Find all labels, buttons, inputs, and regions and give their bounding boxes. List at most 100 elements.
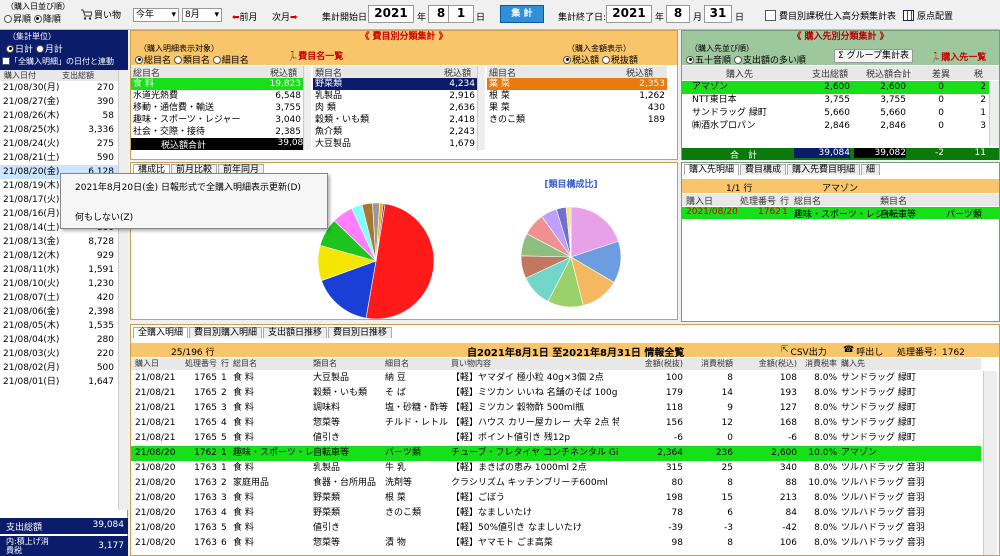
daily-row[interactable]: 21/08/26(木) 58 — [0, 109, 118, 123]
daily-row[interactable]: 21/08/04(水) 280 — [0, 333, 118, 347]
tab-supplier-detail[interactable]: 購入先明細 — [684, 164, 740, 175]
supplier-row[interactable]: NTT東日本 3,755 3,755 0 2 — [682, 94, 999, 107]
class-row[interactable]: 穀類・いも類 2,418 — [313, 114, 485, 126]
person-icon: 🏃 — [930, 53, 942, 63]
end-year-field[interactable]: 2021 — [606, 5, 652, 23]
general-radio[interactable]: 総目名 — [135, 55, 171, 66]
month-select[interactable]: 8月 ▾ — [182, 8, 222, 22]
supplier-row[interactable]: アマゾン 2,600 2,600 0 2 — [682, 81, 999, 94]
daily-radio[interactable]: 日計 — [6, 44, 33, 55]
tab-supplier-more[interactable]: 細 — [861, 164, 881, 175]
tab-category-detail[interactable]: 費目別購入明細 — [189, 327, 263, 338]
aggregate-button[interactable]: 集 計 — [500, 5, 544, 23]
monthly-radio[interactable]: 月計 — [35, 44, 63, 55]
general-row[interactable]: 移動・通信費・輸送 3,755 — [131, 102, 311, 114]
detail-row[interactable]: 葉 菜 2,353 — [487, 78, 667, 90]
daily-row[interactable]: 21/08/30(月) 270 — [0, 81, 118, 95]
detail-table-row[interactable]: 21/08/21 1765 4 食 料 惣菜等 チルド・レトルト・パウチ【軽】ハウス カリ… — [131, 416, 981, 431]
detail-scrollbar[interactable] — [983, 371, 997, 555]
daily-row[interactable]: 21/08/01(日) 1,647 — [0, 375, 118, 389]
sort-desc-radio[interactable]: 降順 — [33, 14, 61, 25]
end-day-field[interactable]: 31 — [704, 5, 732, 23]
supplier-list-button[interactable]: 🏃購入先一覧 — [930, 50, 986, 63]
daily-row[interactable]: 21/08/02(月) 500 — [0, 361, 118, 375]
general-row[interactable]: 社会・交際・接待 2,385 — [131, 126, 311, 138]
general-scrollbar[interactable] — [303, 66, 311, 150]
class-name: 魚介類 — [315, 127, 343, 137]
class-row[interactable]: 大豆製品 1,679 — [313, 138, 485, 150]
general-row[interactable]: 食 料 19,823 — [131, 78, 311, 90]
detail-table-row[interactable]: 21/08/20 1763 4 食 料 野菜類 きのこ類 【軽】なましいたけ 78 6 84 8.0… — [131, 506, 981, 521]
sort-asc-radio[interactable]: 昇順 — [4, 14, 31, 25]
sd-col-general: 総目名 — [794, 197, 822, 207]
class-row[interactable]: 魚介類 2,243 — [313, 126, 485, 138]
daily-row[interactable]: 21/08/27(金) 390 — [0, 95, 118, 109]
detail-table-row[interactable]: 21/08/21 1765 1 食 料 大豆製品 納 豆 【軽】ヤマダイ 極小粒 40g×3… — [131, 371, 981, 386]
detail-table-row[interactable]: 21/08/20 1763 5 食 料 値引き 【軽】50%値引き なましいたけ -39 -3… — [131, 521, 981, 536]
start-day-field[interactable]: 1 — [448, 5, 474, 23]
daily-row[interactable]: 21/08/05(木) 1,535 — [0, 319, 118, 333]
prev-month-button[interactable]: ⬅前月 — [232, 10, 258, 23]
supplier-row[interactable]: ㈱酒水プロパン 2,846 2,846 0 3 — [682, 120, 999, 133]
kana-order-radio[interactable]: 五十音順 — [686, 55, 731, 66]
taxout-radio[interactable]: 税抜額 — [601, 55, 638, 66]
detail-cell-inc: -42 — [782, 523, 797, 533]
class-row[interactable]: 野菜類 4,234 — [313, 78, 485, 90]
general-row[interactable]: 水道光熱費 6,548 — [131, 90, 311, 102]
class-row[interactable]: 肉 類 2,636 — [313, 102, 485, 114]
daily-row[interactable]: 21/08/11(水) 1,591 — [0, 263, 118, 277]
period-select[interactable]: 今年 ▾ — [133, 8, 179, 22]
daily-row[interactable]: 21/08/03(火) 220 — [0, 347, 118, 361]
csv-button[interactable]: ⇱ CSV出力 — [781, 345, 827, 358]
detail-table-row[interactable]: 21/08/21 1765 5 食 料 値引き 【軽】ポイント値引き 残12p -6 0 -6 8… — [131, 431, 981, 446]
end-month-field[interactable]: 8 — [666, 5, 690, 23]
call-button[interactable]: ☎ 呼出し — [843, 345, 883, 358]
sup-detail-row[interactable]: 2021/08/20 1762 1 趣味・スポーツ・レジャー 自転車等 パーツ類 — [682, 207, 999, 220]
detail-table-row[interactable]: 21/08/21 1765 3 食 料 調味料 塩・砂糖・酢等 【軽】ミツカン 穀物酢 50… — [131, 401, 981, 416]
daily-row[interactable]: 21/08/07(土) 420 — [0, 291, 118, 305]
supplier-scrollbar[interactable] — [989, 81, 999, 146]
daily-row[interactable]: 21/08/21(土) 590 — [0, 151, 118, 165]
detail-table-row[interactable]: 21/08/20 1763 1 食 料 乳製品 牛 乳 【軽】まきばの恵み 1000ml 2… — [131, 461, 981, 476]
class-radio[interactable]: 類目名 — [173, 55, 210, 66]
daily-row[interactable]: 21/08/10(火) 1,230 — [0, 277, 118, 291]
group-summary-button[interactable]: Σ グループ集計表 — [834, 49, 914, 63]
detail-row[interactable]: 果 菜 430 — [487, 102, 667, 114]
next-month-button[interactable]: 次月➡ — [272, 10, 298, 23]
tab-all-detail[interactable]: 全購入明細 — [133, 327, 189, 338]
daily-row[interactable]: 21/08/06(金) 2,398 — [0, 305, 118, 319]
supplier-row[interactable]: サンドラッグ 緑町 5,660 5,660 0 1 — [682, 107, 999, 120]
daily-row[interactable]: 21/08/25(水) 3,336 — [0, 123, 118, 137]
tab-supplier-category[interactable]: 費目構成 — [740, 164, 787, 175]
general-row[interactable]: 趣味・スポーツ・レジャー 3,040 — [131, 114, 311, 126]
detail-table-row[interactable]: 21/08/20 1763 2 家庭用品 食器・台所用品 洗剤等 クラシリズム キッチンブリ… — [131, 476, 981, 491]
left-scrollbar[interactable] — [118, 70, 128, 510]
detail-table-row[interactable]: 21/08/20 1763 3 食 料 野菜類 根 菜 【軽】ごぼう 198 15 213 8.0%… — [131, 491, 981, 506]
sync-checkbox[interactable]: ✓「全購入明細」の日付と連動 — [2, 56, 114, 67]
detail-table-row[interactable]: 21/08/20 1762 1 趣味・スポーツ・レジャー自転車等 パーツ類 チューブ・フレ… — [131, 446, 981, 461]
daily-row[interactable]: 21/08/24(火) 275 — [0, 137, 118, 151]
category-list-button[interactable]: 🏃費目名一覧 — [287, 49, 343, 62]
report-button[interactable]: 費目別課税仕入高分類集計表 — [765, 9, 896, 22]
menu-do-nothing[interactable]: 何もしない(Z) — [75, 210, 133, 223]
detail-cell-line: 6 — [221, 538, 227, 548]
taxin-radio[interactable]: 税込額 — [563, 55, 599, 66]
amount-order-radio[interactable]: 支出額の多い順 — [733, 55, 806, 66]
daily-row[interactable]: 21/08/12(木) 929 — [0, 249, 118, 263]
detail-table-row[interactable]: 21/08/20 1763 6 食 料 惣菜等 漬 物 【軽】ヤマモト ごま高菜 98 8 106… — [131, 536, 981, 551]
detail-table-row[interactable]: 21/08/21 1765 2 食 料 穀類・いも類 そ ば 【軽】ミツカン いいね 名舗の… — [131, 386, 981, 401]
detail-row[interactable]: きのこ類 189 — [487, 114, 667, 126]
tab-spending-trend[interactable]: 支出額日推移 — [263, 327, 328, 338]
detail-row[interactable]: 根 菜 1,262 — [487, 90, 667, 102]
menu-update-daily[interactable]: 2021年8月20日(金) 日報形式で全購入明細表示更新(D) — [75, 180, 301, 193]
daily-amount: 2,398 — [88, 307, 114, 317]
detail-radio[interactable]: 細目名 — [212, 55, 249, 66]
tab-supplier-item[interactable]: 購入先費目明細 — [787, 164, 861, 175]
tab-category-trend[interactable]: 費目別日推移 — [328, 327, 393, 338]
start-year-field[interactable]: 2021 — [368, 5, 414, 23]
class-scrollbar[interactable] — [477, 66, 485, 150]
daily-row[interactable]: 21/08/13(金) 8,728 — [0, 235, 118, 249]
shopping-button[interactable]: 買い物 — [80, 8, 121, 21]
settings-button[interactable]: 原点配置 — [903, 9, 953, 22]
class-row[interactable]: 乳製品 2,916 — [313, 90, 485, 102]
